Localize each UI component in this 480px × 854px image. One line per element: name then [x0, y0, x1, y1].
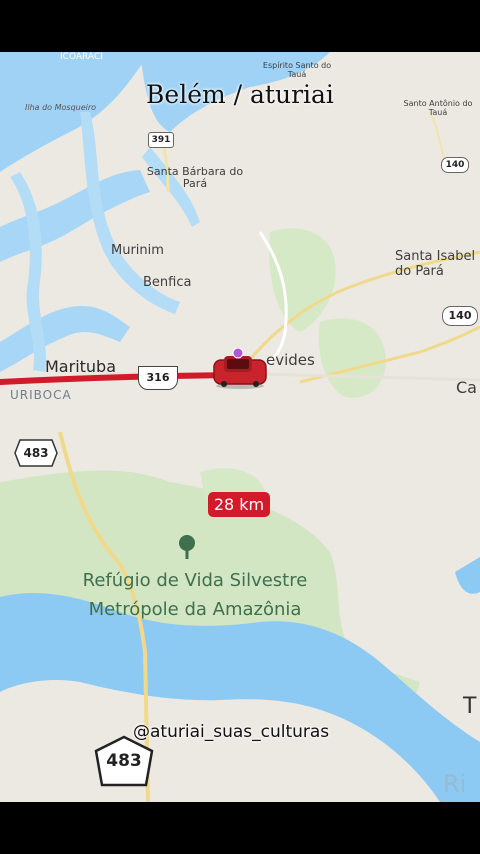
place-label: Santa Bárbara do Pará — [146, 165, 244, 190]
place-label: evides — [266, 351, 315, 369]
route-line — [0, 372, 235, 385]
place-label: Marituba — [45, 357, 117, 376]
road-shield: 483 — [94, 735, 154, 787]
park-tree-icon — [179, 535, 195, 559]
road-shield: 483 — [14, 439, 58, 467]
place-label: Santa Isabel do Pará — [395, 249, 476, 279]
park-label: Refúgio de Vida Silvestre Metrópole da A… — [82, 570, 308, 620]
road-shield: 316 — [138, 366, 178, 390]
road-shield: 391 — [148, 132, 174, 148]
video-title: Belém / aturiai — [146, 80, 334, 109]
place-label: T — [463, 694, 477, 719]
place-label: Espírito Santo do Tauá — [262, 61, 332, 79]
route-distance-badge: 28 km — [208, 492, 270, 517]
place-label: URIBOCA — [10, 388, 72, 402]
place-label: Ca — [456, 378, 477, 397]
watermark-handle: @aturiai_suas_culturas — [133, 722, 330, 742]
place-label: ICOARACI — [60, 52, 103, 62]
place-label: Benfica — [143, 275, 192, 290]
place-label: Murinim — [111, 243, 164, 258]
road-shield: 140 — [441, 157, 469, 173]
place-label: Ri — [443, 770, 467, 798]
map-view[interactable]: ICOARACI Ilha do Mosqueiro Espírito Sant… — [0, 52, 480, 802]
car-marker-icon[interactable] — [212, 348, 268, 390]
road-shield: 140 — [442, 306, 478, 326]
